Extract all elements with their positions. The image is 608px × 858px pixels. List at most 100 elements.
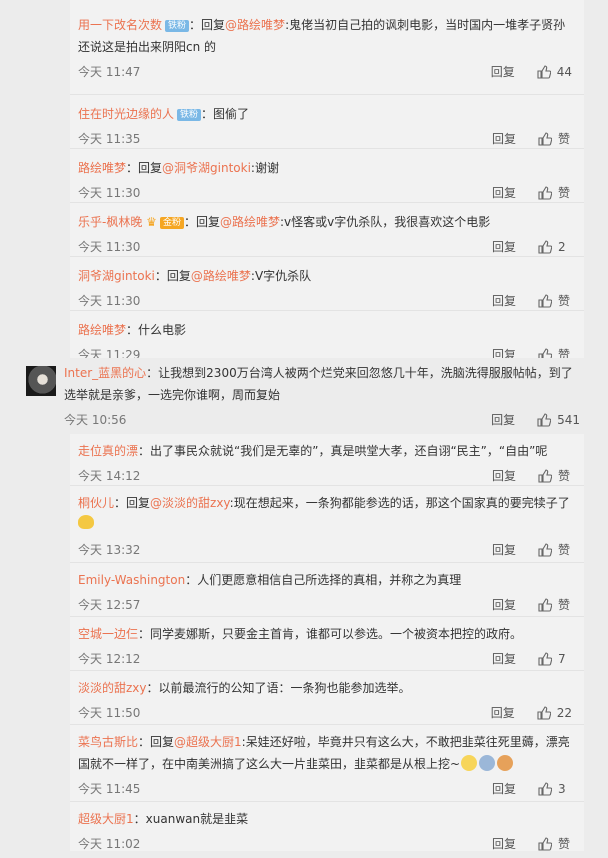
like-button[interactable]: 44 — [537, 58, 572, 86]
thumbs-up-icon — [538, 652, 552, 666]
reply-username[interactable]: 洞爷湖gintoki — [78, 269, 155, 283]
reply-text: :V字仇杀队 — [250, 269, 312, 283]
like-button[interactable]: 541 — [537, 406, 580, 434]
thumbs-up-icon — [537, 65, 551, 79]
crown-icon: ♛ — [146, 215, 157, 229]
like-button[interactable]: 赞 — [538, 536, 572, 564]
like-count: 44 — [556, 65, 572, 79]
reply-username[interactable]: 空城一边仨 — [78, 627, 138, 641]
reply-username[interactable]: 住在时光边缘的人 — [78, 107, 174, 121]
thumbs-up-icon — [538, 782, 552, 796]
reply-prefix: ：回复 — [138, 735, 175, 749]
reply-username[interactable]: 乐乎-枫林晚 — [78, 215, 142, 229]
reply-text: :现在想起来，一条狗都能参选的话，那这个国家真的要完犊子了 — [229, 496, 570, 510]
list-item: 路绘唯梦：回复@洞爷湖gintoki:谢谢 今天 11:30 回复 赞 — [70, 148, 584, 202]
list-item: 路绘唯梦：什么电影 今天 11:29 回复 赞 — [70, 310, 584, 364]
timestamp: 今天 12:57 — [78, 598, 141, 612]
thumbs-up-icon — [537, 706, 551, 720]
thumbs-up-icon — [537, 413, 552, 427]
main-comment: Inter_蓝黑的心：让我想到2300万台湾人被两个烂党来回忽悠几十年，洗脑洗得… — [0, 358, 608, 430]
reply-button[interactable]: 回复 — [492, 591, 516, 619]
reply-button[interactable]: 回复 — [491, 406, 515, 434]
thumbs-up-icon — [538, 186, 552, 200]
reply-username[interactable]: 路绘唯梦 — [78, 323, 126, 337]
list-item: 淡淡的甜zxy：以前最流行的公知了语：一条狗也能参加选举。 今天 11:50 回… — [70, 670, 584, 724]
emoji-icon — [479, 755, 496, 771]
reply-button[interactable]: 回复 — [492, 536, 516, 564]
reply-text: 出了事民众就说“我们是无辜的”，真是哄堂大孝，还自诩“民主”，“自由”呢 — [150, 444, 548, 458]
mention-link[interactable]: @超级大厨1 — [174, 735, 242, 749]
reply-thread: 走位真的漂：出了事民众就说“我们是无辜的”，真是哄堂大孝，还自诩“民主”，“自由… — [70, 434, 584, 851]
reply-username[interactable]: 菜鸟古斯比 — [78, 735, 138, 749]
reply-button[interactable]: 回复 — [491, 699, 515, 727]
reply-prefix: ：回复 — [114, 496, 151, 510]
reply-prefix: ：回复 — [126, 161, 163, 175]
timestamp: 今天 11:47 — [78, 65, 141, 79]
reply-button[interactable]: 回复 — [492, 645, 516, 673]
mention-link[interactable]: @淡淡的甜zxy — [150, 496, 230, 510]
reply-button[interactable]: 回复 — [491, 58, 515, 86]
reply-text: xuanwan就是韭菜 — [145, 812, 249, 826]
reply-text: 什么电影 — [138, 323, 187, 337]
reply-username[interactable]: 用一下改名次数 — [78, 18, 162, 32]
list-item: 乐乎-枫林晚 ♛ 金粉 ：回复@路绘唯梦:v怪客或v字仇杀队，我很喜欢这个电影 今天… — [70, 202, 584, 256]
like-button[interactable]: 赞 — [538, 591, 572, 619]
reply-text: 同学麦娜斯，只要金主首肯，谁都可以参选。一个被资本把控的政府。 — [150, 627, 523, 641]
like-count: 22 — [556, 706, 572, 720]
list-item: 洞爷湖gintoki：回复@路绘唯梦:V字仇杀队 今天 11:30 回复 赞 — [70, 256, 584, 310]
reply-username[interactable]: 超级大厨1 — [78, 812, 134, 826]
emoji-icon — [461, 755, 478, 771]
like-button[interactable]: 赞 — [538, 830, 572, 858]
reply-prefix: ：回复 — [183, 215, 220, 229]
thumbs-up-icon — [538, 469, 552, 483]
timestamp: 今天 12:12 — [78, 652, 141, 666]
reply-username[interactable]: Emily-Washington — [78, 573, 185, 587]
reply-text: :v怪客或v字仇杀队，我很喜欢这个电影 — [279, 215, 491, 229]
fan-badge: 铁粉 — [177, 109, 202, 121]
reply-prefix: ：回复 — [154, 269, 191, 283]
reply-prefix: ： — [138, 627, 151, 641]
reply-button[interactable]: 回复 — [492, 775, 516, 803]
list-item: 用一下改名次数 铁粉 ：回复@路绘唯梦:鬼佬当初自己拍的讽刺电影，当时国内一堆孝子贤… — [70, 6, 584, 94]
timestamp: 今天 11:50 — [78, 706, 141, 720]
like-count: 赞 — [558, 543, 571, 557]
thumbs-up-icon — [538, 837, 552, 851]
list-item: 超级大厨1：xuanwan就是韭菜 今天 11:02 回复 赞 — [70, 801, 584, 857]
thumbs-up-icon — [538, 598, 552, 612]
reply-prefix: ： — [201, 107, 214, 121]
reply-prefix: ： — [138, 444, 151, 458]
mention-link[interactable]: @路绘唯梦 — [191, 269, 251, 283]
reply-username[interactable]: 路绘唯梦 — [78, 161, 126, 175]
fan-badge: 金粉 — [159, 217, 184, 229]
thumbs-up-icon — [538, 543, 552, 557]
list-item: 桐伙儿：回复@淡淡的甜zxy:现在想起来，一条狗都能参选的话，那这个国家真的要完… — [70, 485, 584, 562]
like-count: 赞 — [558, 598, 571, 612]
reply-button[interactable]: 回复 — [492, 830, 516, 858]
like-button[interactable]: 3 — [538, 775, 572, 803]
reply-text: 人们更愿意相信自己所选择的真相，并称之为真理 — [197, 573, 462, 587]
avatar[interactable] — [26, 366, 56, 396]
mention-link[interactable]: @洞爷湖gintoki — [162, 161, 251, 175]
reply-prefix: ： — [185, 573, 198, 587]
like-count: 7 — [558, 652, 566, 666]
mention-link[interactable]: @路绘唯梦 — [225, 18, 285, 32]
list-item: 住在时光边缘的人 铁粉 ：图偷了 今天 11:35 回复 赞 — [70, 94, 584, 148]
emoji-icon — [497, 755, 514, 771]
reply-username[interactable]: 桐伙儿 — [78, 496, 114, 510]
like-button[interactable]: 22 — [537, 699, 572, 727]
comment-username[interactable]: Inter_蓝黑的心 — [64, 366, 146, 380]
reply-username[interactable]: 走位真的漂 — [78, 444, 138, 458]
like-count: 赞 — [558, 837, 571, 851]
mention-link[interactable]: @路绘唯梦 — [220, 215, 280, 229]
thumbs-up-icon — [538, 132, 552, 146]
reply-username[interactable]: 淡淡的甜zxy — [78, 681, 147, 695]
reply-prefix: ： — [146, 681, 159, 695]
reply-text: 图偷了 — [213, 107, 250, 121]
thumbs-up-icon — [538, 240, 552, 254]
list-item: 菜鸟古斯比：回复@超级大厨1:呆娃还好啦，毕竟井只有这么大，不敢把韭菜往死里薅，… — [70, 724, 584, 801]
like-button[interactable]: 7 — [538, 645, 572, 673]
timestamp: 今天 10:56 — [64, 413, 127, 427]
reply-text: 以前最流行的公知了语：一条狗也能参加选举。 — [158, 681, 411, 695]
reply-prefix: ： — [126, 323, 139, 337]
list-item: Emily-Washington：人们更愿意相信自己所选择的真相，并称之为真理 … — [70, 562, 584, 616]
